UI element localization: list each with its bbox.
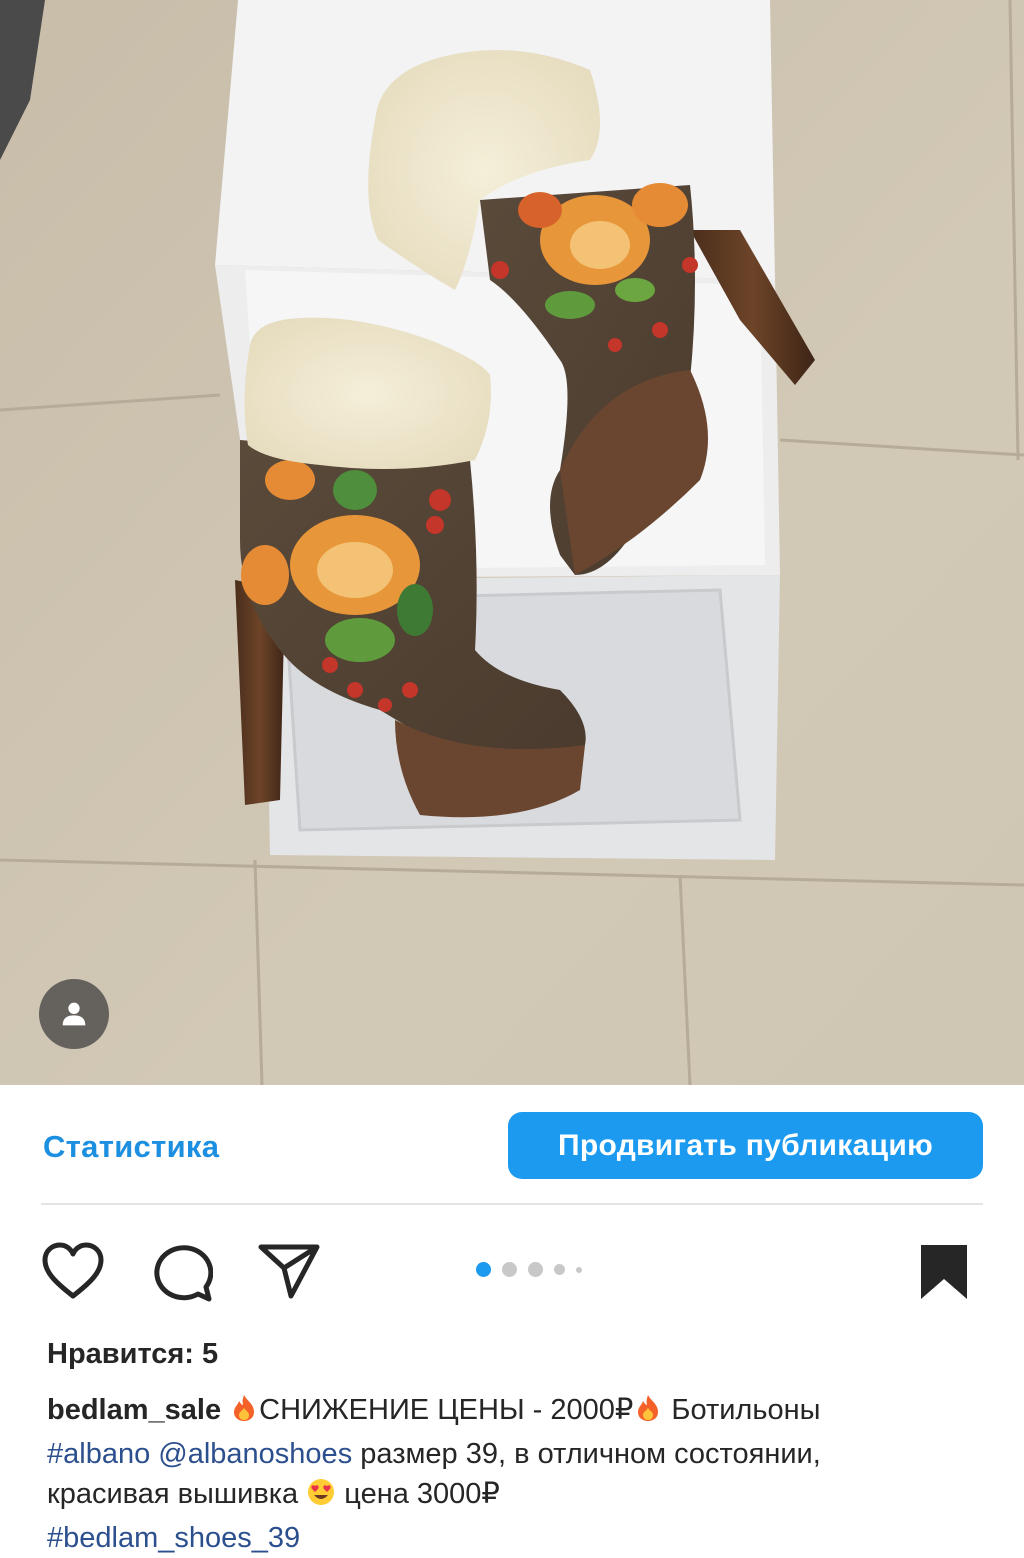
like-button[interactable]	[40, 1241, 106, 1301]
hashtag-link[interactable]: #bedlam_shoes_39	[47, 1522, 300, 1554]
caption-text: Ботильоны	[663, 1394, 821, 1426]
person-icon	[62, 1002, 86, 1026]
promote-post-button[interactable]: Продвигать публикацию	[508, 1112, 983, 1179]
action-bar	[0, 1205, 1024, 1330]
boots-photo	[0, 0, 1024, 1085]
caption-text: размер 39, в отличном состоянии,	[352, 1438, 821, 1470]
caption-text: цена 3000₽	[336, 1478, 500, 1510]
carousel-dot	[476, 1262, 491, 1277]
insights-row: Статистика Продвигать публикацию	[0, 1085, 1024, 1205]
carousel-dot	[528, 1262, 543, 1277]
comment-button[interactable]	[150, 1241, 214, 1303]
caption-text: красивая вышивка	[47, 1478, 307, 1510]
fire-emoji-icon	[633, 1393, 663, 1434]
carousel-dot	[576, 1266, 582, 1273]
comment-icon	[154, 1245, 213, 1302]
tagged-people-button[interactable]	[39, 979, 109, 1049]
caption-price-drop: СНИЖЕНИЕ ЦЕНЫ - 2000₽	[259, 1394, 634, 1426]
carousel-dot	[554, 1264, 565, 1275]
heart-icon	[42, 1242, 104, 1299]
fire-emoji-icon	[229, 1393, 259, 1434]
save-button[interactable]	[918, 1241, 970, 1303]
share-button[interactable]	[256, 1241, 322, 1301]
view-insights-link[interactable]: Статистика	[43, 1129, 219, 1165]
send-icon	[258, 1244, 320, 1299]
post-image[interactable]	[0, 0, 1024, 1085]
hashtag-link[interactable]: #albano	[47, 1438, 150, 1470]
mention-link[interactable]: @albanoshoes	[158, 1438, 352, 1470]
bookmark-icon	[921, 1245, 967, 1299]
carousel-dot	[502, 1262, 517, 1277]
caption-username[interactable]: bedlam_sale	[47, 1394, 221, 1426]
post-caption: bedlam_sale СНИЖЕНИЕ ЦЕНЫ - 2000₽ Ботиль…	[47, 1390, 987, 1558]
likes-count[interactable]: Нравится: 5	[47, 1338, 218, 1371]
heart-eyes-emoji-icon	[306, 1477, 336, 1518]
carousel-indicator	[476, 1262, 582, 1277]
